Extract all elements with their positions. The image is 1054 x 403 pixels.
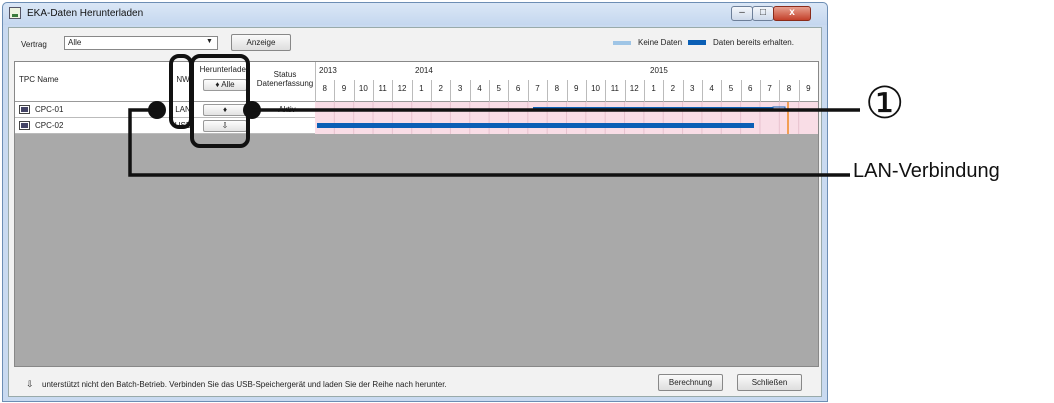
- nw-column-highlight: [169, 54, 193, 129]
- callout-overlay: [128, 54, 860, 177]
- download-column-highlight: [190, 54, 250, 148]
- lan-callout-line: [128, 108, 850, 177]
- callout-number: ①: [865, 78, 905, 129]
- callout-label: LAN-Verbindung: [853, 160, 1000, 182]
